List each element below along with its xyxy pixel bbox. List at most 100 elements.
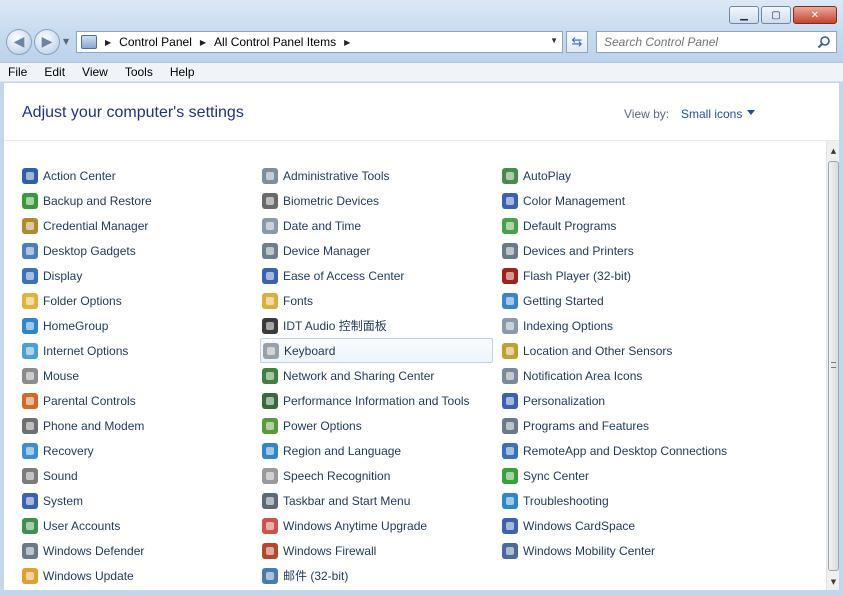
back-button[interactable]: ◀ xyxy=(6,29,32,55)
control-panel-item-label: Mouse xyxy=(43,368,80,383)
control-panel-item-desktop-gadgets[interactable]: Desktop Gadgets xyxy=(20,238,255,263)
control-panel-item-devices-and-printers[interactable]: Devices and Printers xyxy=(500,238,735,263)
close-button[interactable]: ✕ xyxy=(793,6,837,24)
scroll-up-button[interactable]: ▲ xyxy=(827,143,840,159)
control-panel-item-idt-audio[interactable]: IDT Audio 控制面板 xyxy=(260,313,495,338)
menu-file[interactable]: File xyxy=(8,65,27,79)
control-panel-item-system[interactable]: System xyxy=(20,488,255,513)
control-panel-item-backup-and-restore[interactable]: Backup and Restore xyxy=(20,188,255,213)
control-panel-item-biometric-devices[interactable]: Biometric Devices xyxy=(260,188,495,213)
search-box[interactable] xyxy=(596,31,837,53)
menu-view[interactable]: View xyxy=(82,65,108,79)
scroll-thumb[interactable] xyxy=(828,161,839,571)
folder-options-icon xyxy=(22,292,38,309)
control-panel-item-label: Troubleshooting xyxy=(523,493,609,508)
control-panel-item-label: Windows Update xyxy=(43,568,134,583)
control-panel-item-label: RemoteApp and Desktop Connections xyxy=(523,443,728,458)
forward-button[interactable]: ▶ xyxy=(34,29,60,55)
control-panel-item-windows-mobility-center[interactable]: Windows Mobility Center xyxy=(500,538,735,563)
control-panel-item-speech-recognition[interactable]: Speech Recognition xyxy=(260,463,495,488)
control-panel-item-taskbar-and-start-menu[interactable]: Taskbar and Start Menu xyxy=(260,488,495,513)
menu-tools[interactable]: Tools xyxy=(125,65,153,79)
control-panel-item-label: Folder Options xyxy=(43,293,122,308)
power-options-icon xyxy=(262,417,278,434)
control-panel-item-windows-update[interactable]: Windows Update xyxy=(20,563,255,588)
getting-started-icon xyxy=(502,292,518,309)
search-icon[interactable] xyxy=(817,35,831,49)
control-panel-item-power-options[interactable]: Power Options xyxy=(260,413,495,438)
control-panel-item-sync-center[interactable]: Sync Center xyxy=(500,463,735,488)
control-panel-item-display[interactable]: Display xyxy=(20,263,255,288)
control-panel-item-troubleshooting[interactable]: Troubleshooting xyxy=(500,488,735,513)
refresh-button[interactable]: ⇆ xyxy=(566,31,588,53)
control-panel-item-personalization[interactable]: Personalization xyxy=(500,388,735,413)
control-panel-item-getting-started[interactable]: Getting Started xyxy=(500,288,735,313)
control-panel-item-label: AutoPlay xyxy=(523,168,572,183)
vertical-scrollbar[interactable]: ▲ ▼ xyxy=(826,141,839,590)
control-panel-item-remoteapp-and-desktop-connections[interactable]: RemoteApp and Desktop Connections xyxy=(500,438,735,463)
control-panel-item-administrative-tools[interactable]: Administrative Tools xyxy=(260,163,495,188)
control-panel-item-location-and-other-sensors[interactable]: Location and Other Sensors xyxy=(500,338,735,363)
control-panel-item-windows-defender[interactable]: Windows Defender xyxy=(20,538,255,563)
control-panel-item-sound[interactable]: Sound xyxy=(20,463,255,488)
control-panel-item-region-and-language[interactable]: Region and Language xyxy=(260,438,495,463)
ease-of-access-center-icon xyxy=(262,267,278,284)
control-panel-item-parental-controls[interactable]: Parental Controls xyxy=(20,388,255,413)
control-panel-item-autoplay[interactable]: AutoPlay xyxy=(500,163,735,188)
backup-and-restore-icon xyxy=(22,192,38,209)
control-panel-item-action-center[interactable]: Action Center xyxy=(20,163,255,188)
control-panel-item-default-programs[interactable]: Default Programs xyxy=(500,213,735,238)
breadcrumb-separator-icon[interactable]: ▶ xyxy=(200,38,206,47)
control-panel-item-performance-information-and-tools[interactable]: Performance Information and Tools xyxy=(260,388,495,413)
control-panel-item-date-and-time[interactable]: Date and Time xyxy=(260,213,495,238)
control-panel-item-keyboard[interactable]: Keyboard xyxy=(260,338,493,363)
minimize-button[interactable]: ▁ xyxy=(729,6,759,24)
control-panel-item-credential-manager[interactable]: Credential Manager xyxy=(20,213,255,238)
control-panel-item-color-management[interactable]: Color Management xyxy=(500,188,735,213)
control-panel-item-32-bit[interactable]: 邮件 (32-bit) xyxy=(260,563,495,588)
control-panel-item-programs-and-features[interactable]: Programs and Features xyxy=(500,413,735,438)
control-panel-item-mouse[interactable]: Mouse xyxy=(20,363,255,388)
control-panel-item-label: Parental Controls xyxy=(43,393,136,408)
flash-player-32-bit-icon xyxy=(502,267,518,284)
control-panel-item-notification-area-icons[interactable]: Notification Area Icons xyxy=(500,363,735,388)
view-by-dropdown[interactable]: Small icons xyxy=(681,107,742,121)
menu-help[interactable]: Help xyxy=(170,65,195,79)
maximize-button[interactable]: ▢ xyxy=(761,6,791,24)
breadcrumb-all-items[interactable]: All Control Panel Items xyxy=(214,35,336,49)
control-panel-item-folder-options[interactable]: Folder Options xyxy=(20,288,255,313)
address-history-dropdown[interactable]: ▼ xyxy=(550,36,558,45)
control-panel-item-user-accounts[interactable]: User Accounts xyxy=(20,513,255,538)
control-panel-item-label: Fonts xyxy=(283,293,314,308)
control-panel-item-label: Date and Time xyxy=(283,218,362,233)
control-panel-item-windows-firewall[interactable]: Windows Firewall xyxy=(260,538,495,563)
control-panel-item-label: Programs and Features xyxy=(523,418,650,433)
control-panel-item-fonts[interactable]: Fonts xyxy=(260,288,495,313)
control-panel-item-indexing-options[interactable]: Indexing Options xyxy=(500,313,735,338)
control-panel-item-windows-anytime-upgrade[interactable]: Windows Anytime Upgrade xyxy=(260,513,495,538)
control-panel-item-label: Windows Firewall xyxy=(283,543,377,558)
menu-edit[interactable]: Edit xyxy=(44,65,65,79)
search-input[interactable] xyxy=(597,32,807,52)
breadcrumb-separator-icon[interactable]: ▶ xyxy=(105,38,111,47)
recent-pages-dropdown[interactable]: ▼ xyxy=(63,37,69,46)
performance-information-and-tools-icon xyxy=(262,392,278,409)
address-bar[interactable]: ▶ Control Panel ▶ All Control Panel Item… xyxy=(76,31,563,53)
control-panel-item-phone-and-modem[interactable]: Phone and Modem xyxy=(20,413,255,438)
view-by-caret-icon[interactable] xyxy=(747,110,755,115)
control-panel-item-flash-player-32-bit[interactable]: Flash Player (32-bit) xyxy=(500,263,735,288)
control-panel-item-label: Credential Manager xyxy=(43,218,149,233)
32-bit-icon xyxy=(262,567,278,584)
windows-firewall-icon xyxy=(262,542,278,559)
breadcrumb-separator-icon[interactable]: ▶ xyxy=(344,38,350,47)
control-panel-item-recovery[interactable]: Recovery xyxy=(20,438,255,463)
scroll-down-button[interactable]: ▼ xyxy=(827,574,840,590)
control-panel-item-device-manager[interactable]: Device Manager xyxy=(260,238,495,263)
color-management-icon xyxy=(502,192,518,209)
control-panel-item-homegroup[interactable]: HomeGroup xyxy=(20,313,255,338)
control-panel-item-windows-cardspace[interactable]: Windows CardSpace xyxy=(500,513,735,538)
control-panel-item-network-and-sharing-center[interactable]: Network and Sharing Center xyxy=(260,363,495,388)
control-panel-item-ease-of-access-center[interactable]: Ease of Access Center xyxy=(260,263,495,288)
breadcrumb-control-panel[interactable]: Control Panel xyxy=(119,35,192,49)
control-panel-item-internet-options[interactable]: Internet Options xyxy=(20,338,255,363)
